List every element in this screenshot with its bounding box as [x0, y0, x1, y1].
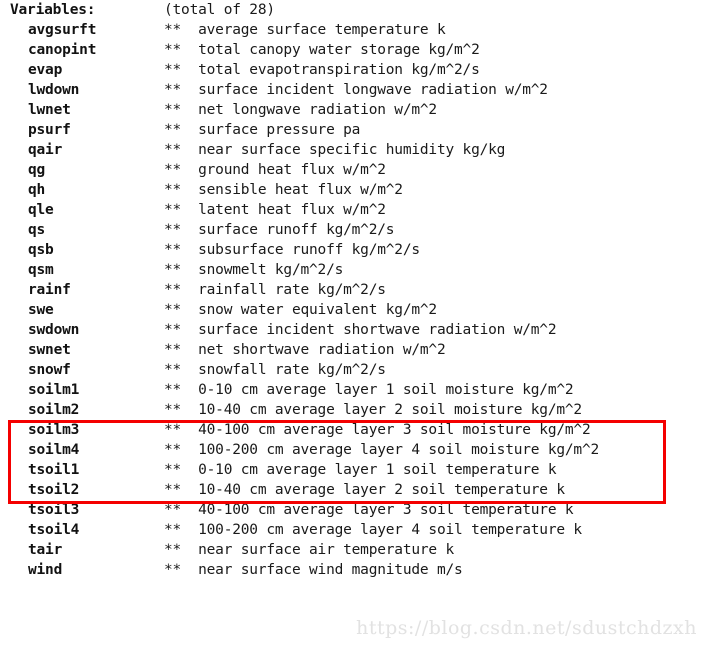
- variable-row: avgsurft ** average surface temperature k: [0, 20, 701, 40]
- variables-listing-output: Variables: (total of 28) avgsurft ** aver…: [0, 0, 701, 647]
- variable-name: qs: [28, 222, 46, 238]
- variable-row: canopint ** total canopy water storage kg…: [0, 40, 701, 60]
- variable-description: ** snowfall rate kg/m^2/s: [164, 362, 386, 378]
- variable-row: tsoil4 ** 100-200 cm average layer 4 soil…: [0, 520, 701, 540]
- variable-name: canopint: [28, 42, 97, 58]
- variable-name: qh: [28, 182, 46, 198]
- variable-row: lwdown ** surface incident longwave radia…: [0, 80, 701, 100]
- variable-description: ** ground heat flux w/m^2: [164, 162, 386, 178]
- variable-description: ** surface pressure pa: [164, 122, 361, 138]
- variable-row: swnet ** net shortwave radiation w/m^2: [0, 340, 701, 360]
- variable-description: ** 40-100 cm average layer 3 soil moistu…: [164, 422, 591, 438]
- variable-description: ** near surface air temperature k: [164, 542, 455, 558]
- variable-row: qg ** ground heat flux w/m^2: [0, 160, 701, 180]
- variable-name: tsoil1: [28, 462, 80, 478]
- variable-name: swe: [28, 302, 54, 318]
- variable-name: soilm4: [28, 442, 80, 458]
- variable-description: ** average surface temperature k: [164, 22, 446, 38]
- variable-name: evap: [28, 62, 63, 78]
- variable-row: swe ** snow water equivalent kg/m^2: [0, 300, 701, 320]
- variable-row: soilm4 ** 100-200 cm average layer 4 soil…: [0, 440, 701, 460]
- variable-row: tsoil2 ** 10-40 cm average layer 2 soil t…: [0, 480, 701, 500]
- variable-name: lwnet: [28, 102, 71, 118]
- variable-description: ** rainfall rate kg/m^2/s: [164, 282, 386, 298]
- variable-row: snowf ** snowfall rate kg/m^2/s: [0, 360, 701, 380]
- variable-description: ** near surface wind magnitude m/s: [164, 562, 463, 578]
- variable-name: avgsurft: [28, 22, 97, 38]
- variable-row: lwnet ** net longwave radiation w/m^2: [0, 100, 701, 120]
- variable-row: tair ** near surface air temperature k: [0, 540, 701, 560]
- variable-row: qle ** latent heat flux w/m^2: [0, 200, 701, 220]
- variable-name: lwdown: [28, 82, 80, 98]
- variable-name: soilm3: [28, 422, 80, 438]
- variable-row: qair ** near surface specific humidity kg…: [0, 140, 701, 160]
- variable-description: ** surface incident longwave radiation w…: [164, 82, 548, 98]
- variable-description: ** snow water equivalent kg/m^2: [164, 302, 437, 318]
- variable-rows-container: avgsurft ** average surface temperature k…: [0, 20, 701, 580]
- variable-row: evap ** total evapotranspiration kg/m^2/s: [0, 60, 701, 80]
- variable-name: tsoil2: [28, 482, 80, 498]
- variable-name: wind: [28, 562, 63, 578]
- variable-row: qh ** sensible heat flux w/m^2: [0, 180, 701, 200]
- variable-row: psurf ** surface pressure pa: [0, 120, 701, 140]
- variable-name: qair: [28, 142, 63, 158]
- variable-name: soilm2: [28, 402, 80, 418]
- variable-description: ** near surface specific humidity kg/kg: [164, 142, 506, 158]
- variable-description: ** 0-10 cm average layer 1 soil temperat…: [164, 462, 557, 478]
- variable-row: soilm1 ** 0-10 cm average layer 1 soil mo…: [0, 380, 701, 400]
- variable-description: ** 10-40 cm average layer 2 soil tempera…: [164, 482, 565, 498]
- variable-name: qsb: [28, 242, 54, 258]
- variable-description: ** sensible heat flux w/m^2: [164, 182, 403, 198]
- variable-description: ** snowmelt kg/m^2/s: [164, 262, 344, 278]
- variable-name: tsoil4: [28, 522, 80, 538]
- variable-description: ** 100-200 cm average layer 4 soil tempe…: [164, 522, 582, 538]
- variable-description: ** net shortwave radiation w/m^2: [164, 342, 446, 358]
- variables-header-label: Variables:: [10, 2, 96, 18]
- variable-name: soilm1: [28, 382, 80, 398]
- variable-row: qs ** surface runoff kg/m^2/s: [0, 220, 701, 240]
- variable-name: qsm: [28, 262, 54, 278]
- variable-row: qsb ** subsurface runoff kg/m^2/s: [0, 240, 701, 260]
- variables-header-row: Variables: (total of 28): [0, 0, 701, 20]
- variable-name: swnet: [28, 342, 71, 358]
- variable-description: ** net longwave radiation w/m^2: [164, 102, 437, 118]
- variables-total-count: (total of 28): [164, 2, 275, 18]
- variable-row: qsm ** snowmelt kg/m^2/s: [0, 260, 701, 280]
- variable-description: ** 40-100 cm average layer 3 soil temper…: [164, 502, 574, 518]
- site-watermark: https://blog.csdn.net/sdustchdzxh: [356, 617, 697, 639]
- variable-description: ** surface incident shortwave radiation …: [164, 322, 557, 338]
- variable-name: psurf: [28, 122, 71, 138]
- variable-name: snowf: [28, 362, 71, 378]
- variable-row: swdown ** surface incident shortwave radi…: [0, 320, 701, 340]
- variable-name: tsoil3: [28, 502, 80, 518]
- variable-row: soilm3 ** 40-100 cm average layer 3 soil …: [0, 420, 701, 440]
- variable-row: tsoil1 ** 0-10 cm average layer 1 soil te…: [0, 460, 701, 480]
- variable-description: ** subsurface runoff kg/m^2/s: [164, 242, 420, 258]
- variable-description: ** surface runoff kg/m^2/s: [164, 222, 395, 238]
- variable-row: tsoil3 ** 40-100 cm average layer 3 soil …: [0, 500, 701, 520]
- variable-name: qg: [28, 162, 46, 178]
- variable-row: rainf ** rainfall rate kg/m^2/s: [0, 280, 701, 300]
- variable-description: ** 0-10 cm average layer 1 soil moisture…: [164, 382, 574, 398]
- variable-name: tair: [28, 542, 63, 558]
- variable-name: rainf: [28, 282, 71, 298]
- variable-row: soilm2 ** 10-40 cm average layer 2 soil m…: [0, 400, 701, 420]
- variable-description: ** 100-200 cm average layer 4 soil moist…: [164, 442, 600, 458]
- variable-row: wind ** near surface wind magnitude m/s: [0, 560, 701, 580]
- variable-description: ** total evapotranspiration kg/m^2/s: [164, 62, 480, 78]
- variable-name: swdown: [28, 322, 80, 338]
- variable-description: ** total canopy water storage kg/m^2: [164, 42, 480, 58]
- variable-name: qle: [28, 202, 54, 218]
- variable-description: ** latent heat flux w/m^2: [164, 202, 386, 218]
- variable-description: ** 10-40 cm average layer 2 soil moistur…: [164, 402, 582, 418]
